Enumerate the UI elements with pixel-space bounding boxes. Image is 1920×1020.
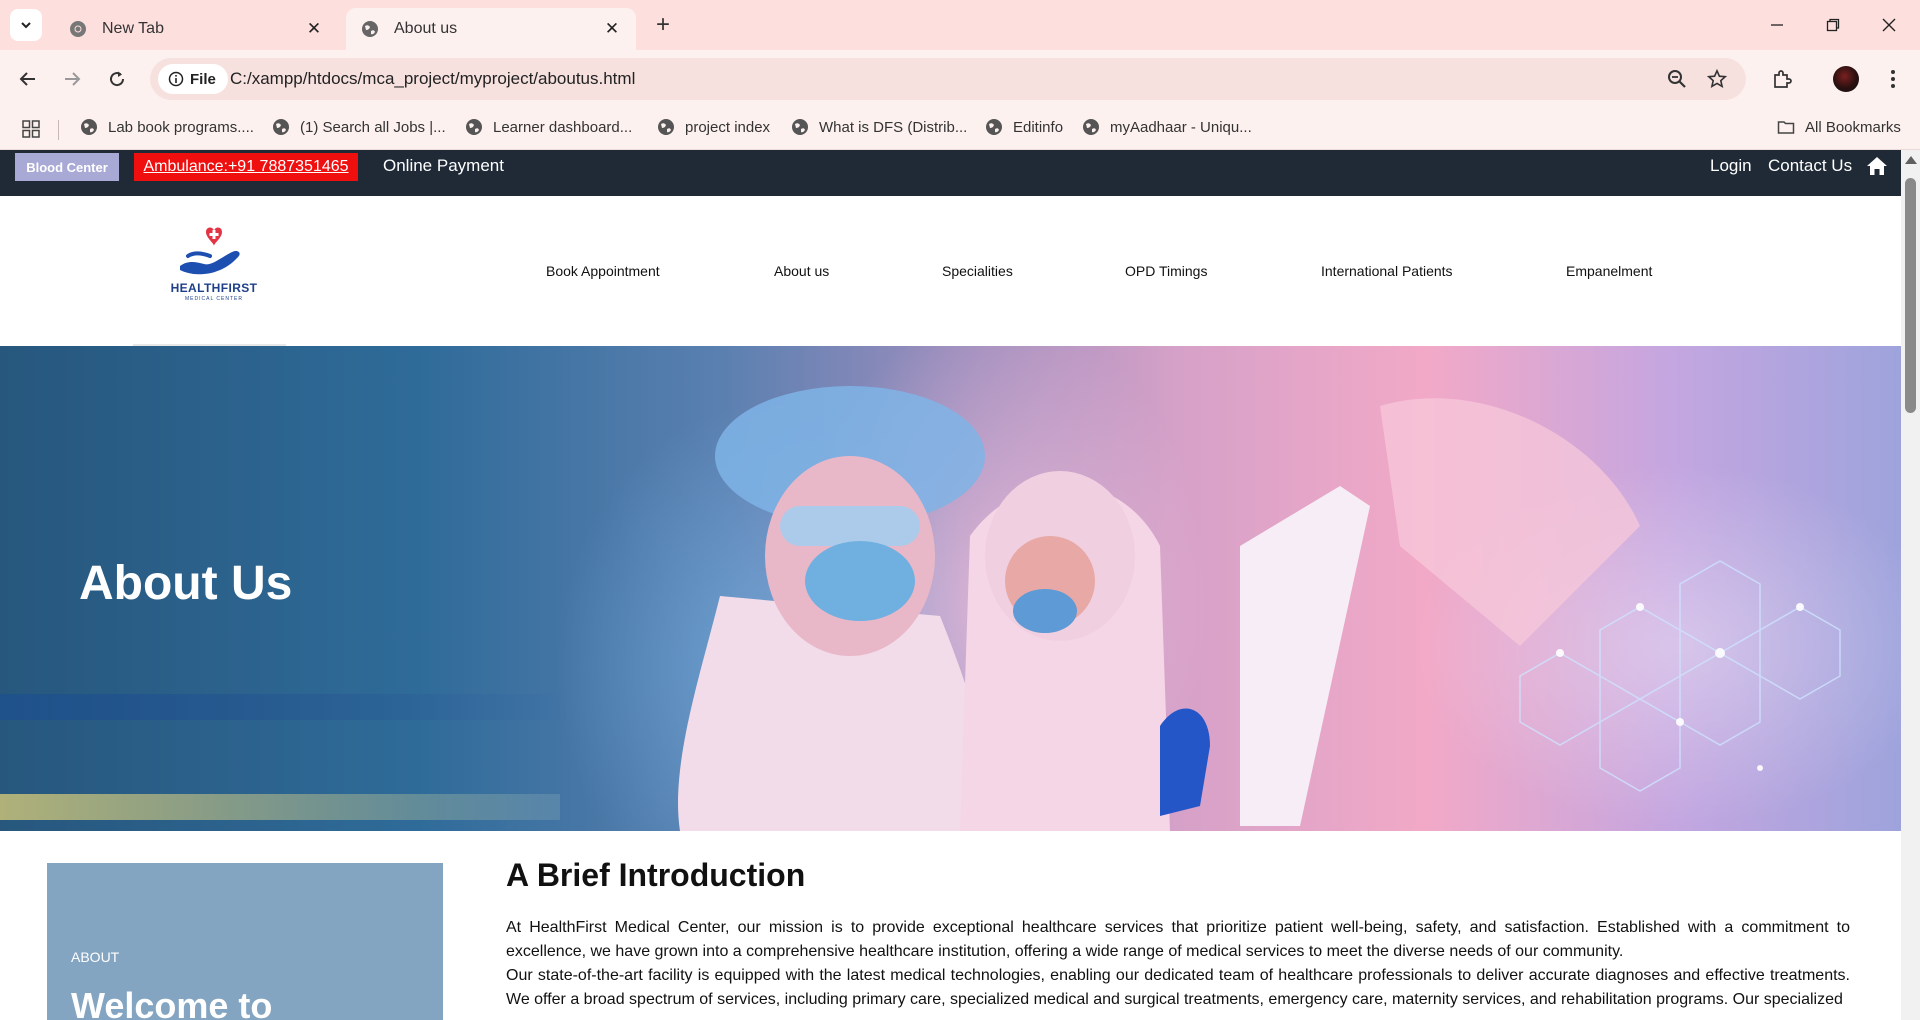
bookmark-star-icon[interactable] — [1706, 68, 1728, 90]
chrome-icon — [68, 19, 88, 39]
intro-paragraph: At HealthFirst Medical Center, our missi… — [506, 919, 1850, 960]
arrow-left-icon — [19, 72, 35, 86]
puzzle-icon — [1774, 70, 1792, 88]
about-side-panel: ABOUT Welcome to — [47, 863, 443, 1020]
bookmark-item[interactable]: What is DFS (Distrib... — [791, 118, 967, 136]
bookmarks-divider — [58, 120, 59, 140]
globe-icon — [658, 119, 674, 135]
info-icon — [168, 71, 184, 87]
nav-about-us[interactable]: About us — [774, 263, 829, 279]
globe-icon — [81, 119, 97, 135]
profile-button[interactable] — [1830, 63, 1862, 95]
online-payment-link[interactable]: Online Payment — [383, 156, 504, 176]
globe-icon — [360, 19, 380, 39]
all-bookmarks-button[interactable]: All Bookmarks — [1777, 118, 1901, 136]
reload-icon — [110, 71, 125, 87]
hero-banner: About Us — [0, 346, 1901, 831]
close-window-button[interactable] — [1872, 10, 1906, 40]
login-link[interactable]: Login — [1710, 156, 1752, 176]
bookmarks-bar: Lab book programs.... (1) Search all Job… — [0, 108, 1920, 150]
close-icon — [1882, 18, 1896, 32]
kebab-menu-icon — [1891, 70, 1895, 88]
tab-title: About us — [394, 20, 458, 37]
bookmark-item[interactable]: project index — [657, 118, 770, 136]
restore-icon — [1826, 18, 1840, 32]
tab-about-us[interactable]: About us ✕ — [346, 8, 636, 50]
page-scrollbar[interactable] — [1901, 150, 1920, 1020]
tab-new-tab[interactable]: New Tab ✕ — [54, 8, 338, 50]
close-icon[interactable]: ✕ — [304, 19, 324, 39]
blood-center-button[interactable]: Blood Center — [15, 153, 119, 181]
globe-icon — [986, 119, 1002, 135]
globe-icon — [1083, 119, 1099, 135]
hero-title: About Us — [79, 557, 293, 610]
chip-label: File — [190, 70, 216, 88]
bookmark-label: (1) Search all Jobs |... — [300, 118, 446, 136]
globe-icon — [792, 119, 808, 135]
nav-book-appointment[interactable]: Book Appointment — [546, 263, 660, 279]
browser-tab-bar: New Tab ✕ About us ✕ + — [0, 0, 1920, 50]
globe-icon — [466, 119, 482, 135]
scroll-up-arrow-icon[interactable] — [1905, 156, 1917, 164]
tab-search-button[interactable] — [10, 9, 42, 41]
tab-title: New Tab — [102, 20, 164, 37]
back-button[interactable] — [12, 63, 44, 95]
arrow-right-icon — [65, 72, 81, 86]
close-icon[interactable]: ✕ — [602, 19, 622, 39]
bookmark-item[interactable]: myAadhaar - Uniqu... — [1082, 118, 1252, 136]
browser-toolbar: File C:/xampp/htdocs/mca_project/myproje… — [0, 50, 1920, 108]
hero-blur-stripe — [0, 794, 560, 820]
intro-body: At HealthFirst Medical Center, our missi… — [506, 916, 1850, 1012]
logo-subtitle: MEDICAL CENTER — [185, 296, 243, 302]
reload-button[interactable] — [101, 63, 133, 95]
hero-lab-illustration — [678, 386, 1841, 831]
bookmark-item[interactable]: Editinfo — [985, 118, 1063, 136]
hero-blur-stripe — [0, 694, 560, 720]
avatar — [1833, 66, 1859, 92]
chevron-down-icon — [21, 22, 31, 29]
site-info-chip[interactable]: File — [158, 64, 228, 94]
bookmark-label: What is DFS (Distrib... — [819, 118, 968, 136]
logo-name: HEALTHFIRST — [170, 281, 258, 295]
apps-grid-icon[interactable] — [22, 120, 40, 138]
folder-icon — [1777, 121, 1795, 134]
browser-menu-button[interactable] — [1877, 63, 1909, 95]
scroll-thumb[interactable] — [1905, 178, 1916, 413]
site-top-bar: Blood Center Ambulance:+91 7887351465 On… — [0, 150, 1901, 196]
home-icon[interactable] — [1866, 156, 1888, 176]
contact-us-link[interactable]: Contact Us — [1768, 156, 1852, 176]
ambulance-link[interactable]: Ambulance:+91 7887351465 — [134, 153, 358, 181]
bookmark-label: project index — [685, 118, 771, 136]
restore-button[interactable] — [1816, 10, 1850, 40]
intro-heading: A Brief Introduction — [506, 857, 806, 893]
bookmark-label: Learner dashboard... — [493, 118, 633, 136]
bookmark-item[interactable]: Learner dashboard... — [465, 118, 632, 136]
minimize-icon — [1771, 24, 1783, 26]
nav-opd-timings[interactable]: OPD Timings — [1125, 263, 1207, 279]
bookmark-item[interactable]: (1) Search all Jobs |... — [272, 118, 446, 136]
page-viewport: Blood Center Ambulance:+91 7887351465 On… — [0, 150, 1901, 1020]
bookmark-label: Lab book programs.... — [108, 118, 254, 136]
nav-specialities[interactable]: Specialities — [942, 263, 1013, 279]
about-label: ABOUT — [71, 949, 120, 965]
forward-button[interactable] — [56, 63, 88, 95]
extensions-button[interactable] — [1766, 63, 1798, 95]
address-bar[interactable]: File C:/xampp/htdocs/mca_project/myproje… — [150, 58, 1746, 100]
welcome-heading: Welcome to — [71, 985, 273, 1020]
site-header: HEALTHFIRST MEDICAL CENTER Book Appointm… — [0, 196, 1901, 346]
minimize-button[interactable] — [1760, 10, 1794, 40]
nav-international-patients[interactable]: International Patients — [1321, 263, 1453, 279]
intro-paragraph: Our state-of-the-art facility is equippe… — [506, 967, 1850, 1008]
bookmark-label: Editinfo — [1013, 118, 1064, 136]
new-tab-button[interactable]: + — [650, 11, 676, 38]
all-bookmarks-label: All Bookmarks — [1805, 118, 1901, 136]
zoom-icon[interactable] — [1666, 68, 1688, 90]
bookmark-label: myAadhaar - Uniqu... — [1110, 118, 1252, 136]
url-text[interactable]: C:/xampp/htdocs/mca_project/myproject/ab… — [230, 69, 635, 89]
globe-icon — [273, 119, 289, 135]
bookmark-item[interactable]: Lab book programs.... — [80, 118, 254, 136]
nav-empanelment[interactable]: Empanelment — [1566, 263, 1652, 279]
